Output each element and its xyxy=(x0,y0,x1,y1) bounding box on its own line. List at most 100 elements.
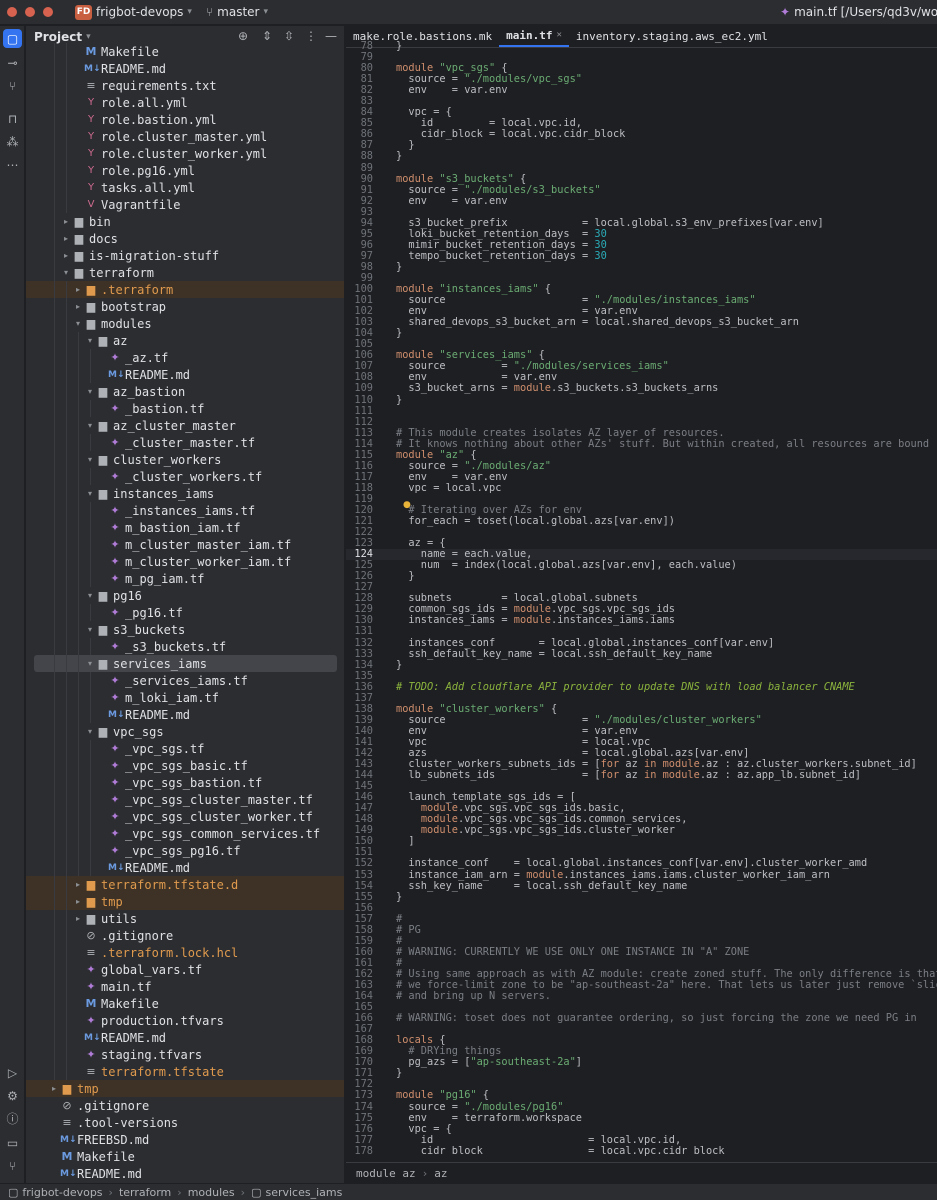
tree-item[interactable]: ≡ terraform.tfstate xyxy=(26,1063,344,1080)
line-number[interactable]: 174 xyxy=(346,1101,373,1113)
tree-item[interactable]: ✦ _vpc_sgs_common_services.tf xyxy=(26,825,344,842)
line-number[interactable]: 109 xyxy=(346,383,373,394)
line-number[interactable]: 110 xyxy=(346,394,373,406)
tree-item[interactable]: Yrole.cluster_worker.yml xyxy=(26,145,344,162)
line-number[interactable]: 154 xyxy=(346,880,373,892)
tree-item[interactable]: ▾ ▆ s3_buckets xyxy=(26,621,344,638)
tree-item[interactable]: ▸ ▆ utils xyxy=(26,910,344,927)
minimize-window-icon[interactable] xyxy=(25,7,35,17)
tree-item[interactable]: ✦ m_loki_iam.tf xyxy=(26,689,344,706)
intention-bulb-icon[interactable]: ● xyxy=(403,500,411,510)
project-switcher[interactable]: frigbot-devops xyxy=(96,5,183,19)
hide-panel-icon[interactable]: — xyxy=(325,29,337,43)
chevron-right-icon[interactable]: ▸ xyxy=(72,880,84,889)
line-number[interactable]: 178 xyxy=(346,1145,373,1156)
tree-item[interactable]: ✦ m_cluster_master_iam.tf xyxy=(26,536,344,553)
tree-item[interactable]: ✦ m_pg_iam.tf xyxy=(26,570,344,587)
line-number[interactable]: 133 xyxy=(346,648,373,660)
tree-item[interactable]: M↓ README.md xyxy=(26,60,344,77)
chevron-down-icon[interactable]: ▾ xyxy=(187,7,192,17)
tree-item[interactable]: ✦ _vpc_sgs_cluster_master.tf xyxy=(26,791,344,808)
chevron-right-icon[interactable]: ▸ xyxy=(60,217,72,226)
tree-item[interactable]: ▸ ▆ tmp xyxy=(26,893,344,910)
tree-item[interactable]: ✦ _cluster_master.tf xyxy=(26,434,344,451)
tree-item[interactable]: ✦ _pg16.tf xyxy=(26,604,344,621)
tree-item[interactable]: Yrole.all.yml xyxy=(26,94,344,111)
tree-item[interactable]: ▾ ▆ pg16 xyxy=(26,587,344,604)
line-number[interactable]: 175 xyxy=(346,1112,373,1124)
chevron-down-icon[interactable]: ▾ xyxy=(72,319,84,328)
chevron-down-icon[interactable]: ▾ xyxy=(84,489,96,498)
tree-item[interactable]: ▾ ▆ instances_iams xyxy=(26,485,344,502)
chevron-right-icon[interactable]: ▸ xyxy=(48,1084,60,1093)
chevron-down-icon[interactable]: ▾ xyxy=(84,727,96,736)
tree-item[interactable]: ▸ ▆ docs xyxy=(26,230,344,247)
locate-file-icon[interactable]: ⊕ xyxy=(238,29,248,43)
expand-all-icon[interactable]: ⇕ xyxy=(262,29,272,43)
tree-item[interactable]: ≡ requirements.txt xyxy=(26,77,344,94)
tree-item[interactable]: Yrole.cluster_master.yml xyxy=(26,128,344,145)
tree-item[interactable]: ✦ _instances_iams.tf xyxy=(26,502,344,519)
tree-item[interactable]: Ytasks.all.yml xyxy=(26,179,344,196)
tree-item[interactable]: ✦ _vpc_sgs_pg16.tf xyxy=(26,842,344,859)
tree-item[interactable]: ▸ ▆ terraform.tfstate.d xyxy=(26,876,344,893)
tree-item[interactable]: ▾ ▆ services_iams xyxy=(34,655,337,672)
tree-item[interactable]: ✦ main.tf xyxy=(26,978,344,995)
tree-item[interactable]: ▸ ▆ bin xyxy=(26,213,344,230)
tree-item[interactable]: M↓ README.md xyxy=(26,1029,344,1046)
status-path-item[interactable]: modules xyxy=(188,1186,235,1199)
line-number[interactable]: 153 xyxy=(346,869,373,881)
chevron-down-icon[interactable]: ▾ xyxy=(84,455,96,464)
tree-item[interactable]: ≡ .tool-versions xyxy=(26,1114,344,1131)
tree-item[interactable]: ▸ ▆ bootstrap xyxy=(26,298,344,315)
chevron-down-icon[interactable]: ▾ xyxy=(84,659,96,668)
tree-item[interactable]: ✦ global_vars.tf xyxy=(26,961,344,978)
chevron-down-icon[interactable]: ▾ xyxy=(263,7,268,17)
tree-item[interactable]: ▾ ▆ terraform xyxy=(26,264,344,281)
tree-item[interactable]: M Makefile xyxy=(26,995,344,1012)
tree-item[interactable]: M↓ README.md xyxy=(26,1165,344,1182)
git-branch-icon[interactable]: ⑂ xyxy=(206,5,213,19)
chevron-right-icon[interactable]: ▸ xyxy=(72,302,84,311)
branch-switcher[interactable]: master xyxy=(217,5,259,19)
tree-item[interactable]: ≡ .terraform.lock.hcl xyxy=(26,944,344,961)
tree-item[interactable]: ✦ _vpc_sgs.tf xyxy=(26,740,344,757)
tree-item[interactable]: ✦ _bastion.tf xyxy=(26,400,344,417)
status-path-item[interactable]: frigbot-devops xyxy=(22,1186,102,1199)
chevron-right-icon[interactable]: ▸ xyxy=(60,251,72,260)
line-number[interactable]: 131 xyxy=(346,626,373,637)
chevron-down-icon[interactable]: ▾ xyxy=(60,268,72,277)
line-number[interactable]: 132 xyxy=(346,637,373,649)
problems-tool-icon[interactable]: ⓘ xyxy=(3,1109,22,1128)
tree-item[interactable]: ✦ _cluster_workers.tf xyxy=(26,468,344,485)
line-number[interactable]: 111 xyxy=(346,405,373,417)
options-icon[interactable]: ⋮ xyxy=(305,29,317,43)
tree-item[interactable]: ✦ _s3_buckets.tf xyxy=(26,638,344,655)
editor-breadcrumb-item[interactable]: module az xyxy=(356,1167,416,1180)
tree-item[interactable]: ▾ ▆ modules xyxy=(26,315,344,332)
collapse-all-icon[interactable]: ⇳ xyxy=(284,29,294,43)
tree-item[interactable]: M Makefile xyxy=(26,1148,344,1165)
tree-item[interactable]: ▾ ▆ cluster_workers xyxy=(26,451,344,468)
line-number[interactable]: 112 xyxy=(346,416,373,428)
tree-item[interactable]: M↓ README.md xyxy=(26,366,344,383)
terminal-tool-icon[interactable]: ▭ xyxy=(3,1133,22,1152)
chevron-right-icon[interactable]: ▸ xyxy=(72,897,84,906)
status-path-item[interactable]: services_iams xyxy=(265,1186,342,1199)
editor-breadcrumb-item[interactable]: az xyxy=(434,1167,447,1180)
chevron-down-icon[interactable]: ▾ xyxy=(84,387,96,396)
chevron-down-icon[interactable]: ▾ xyxy=(84,421,96,430)
project-badge-icon[interactable]: FD xyxy=(75,4,92,20)
tree-item[interactable]: ✦ _az.tf xyxy=(26,349,344,366)
tree-item[interactable]: ✦ _vpc_sgs_basic.tf xyxy=(26,757,344,774)
tree-item[interactable]: ▾ ▆ vpc_sgs xyxy=(26,723,344,740)
tree-item[interactable]: ✦ _services_iams.tf xyxy=(26,672,344,689)
more-tools-icon[interactable]: ⋯ xyxy=(3,155,22,174)
tree-item[interactable]: ✦ _vpc_sgs_bastion.tf xyxy=(26,774,344,791)
line-number[interactable]: 91 xyxy=(346,184,373,196)
run-tool-icon[interactable]: ▷ xyxy=(3,1063,22,1082)
maximize-window-icon[interactable] xyxy=(43,7,53,17)
tree-item[interactable]: ▾ ▆ az xyxy=(26,332,344,349)
chevron-down-icon[interactable]: ▾ xyxy=(84,591,96,600)
line-number[interactable]: 88 xyxy=(346,151,373,162)
